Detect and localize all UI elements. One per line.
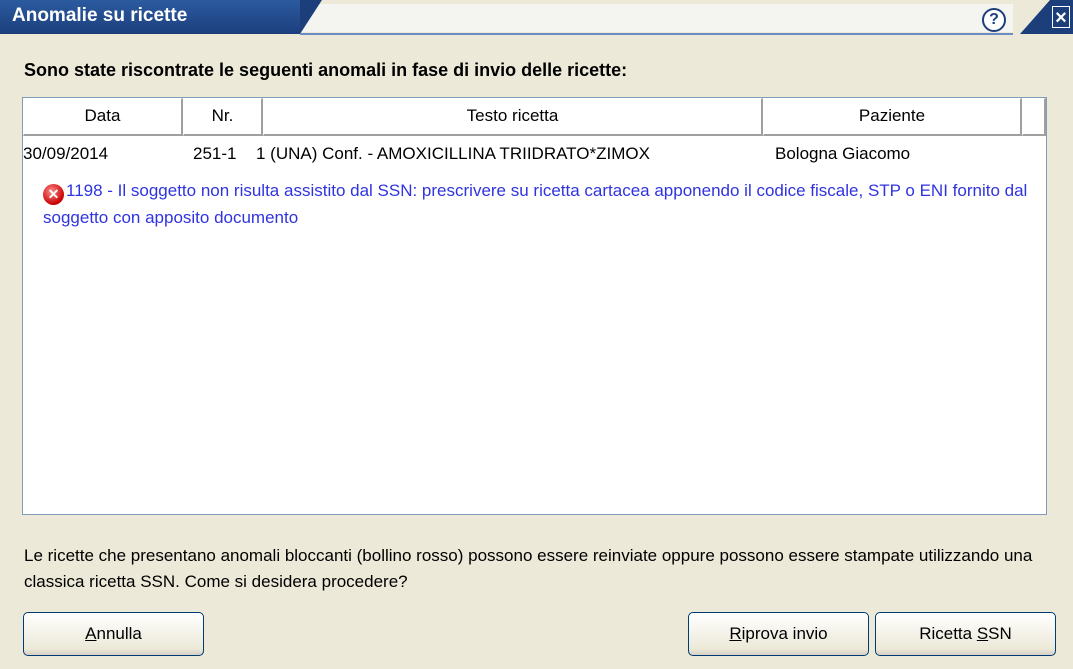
column-header-filler [1022, 98, 1046, 136]
help-icon[interactable]: ? [982, 8, 1006, 32]
anomalies-list[interactable]: Data Nr. Testo ricetta Paziente 30/09/20… [22, 97, 1047, 515]
column-header-nr[interactable]: Nr. [183, 98, 263, 136]
annulla-accelerator: A [85, 624, 97, 643]
footer-prompt: Le ricette che presentano anomali blocca… [24, 546, 1033, 591]
column-header-data[interactable]: Data [23, 98, 183, 136]
window-title: Anomalie su ricette [12, 5, 188, 26]
cell-nr: 251-1 [193, 144, 237, 163]
title-tab: Anomalie su ricette [0, 0, 322, 34]
close-icon[interactable]: × [1052, 6, 1070, 29]
riprova-invio-button[interactable]: Riprova invio [688, 612, 869, 656]
ricetta-accelerator: S [976, 624, 989, 643]
title-underline [300, 33, 1013, 35]
riprova-accelerator: R [729, 624, 742, 643]
dialog-heading: Sono state riscontrate le seguenti anoma… [24, 60, 628, 80]
cell-paziente: Bologna Giacomo [775, 144, 911, 163]
cell-data: 30/09/2014 [23, 144, 109, 163]
title-bar-fill [300, 4, 1013, 32]
riprova-label: iprova invio [741, 624, 828, 643]
ricetta-ssn-button[interactable]: Ricetta SSN [875, 612, 1056, 656]
ricetta-label: SN [988, 624, 1012, 643]
annulla-button[interactable]: Annulla [23, 612, 204, 656]
list-header: Data Nr. Testo ricetta Paziente [23, 98, 1046, 136]
title-bar: Anomalie su ricette ? × [0, 0, 1073, 38]
error-message: ✕ 1198 - Il soggetto non risulta assistit… [43, 178, 1033, 230]
column-header-testo-ricetta[interactable]: Testo ricetta [263, 98, 763, 136]
cell-testo-ricetta: 1 (UNA) Conf. - AMOXICILLINA TRIIDRATO*Z… [256, 144, 650, 163]
error-text: 1198 - Il soggetto non risulta assistito… [43, 181, 1028, 227]
error-icon: ✕ [43, 184, 64, 205]
column-header-paziente[interactable]: Paziente [763, 98, 1022, 136]
table-row[interactable]: 30/09/2014 251-1 1 (UNA) Conf. - AMOXICI… [23, 142, 1046, 170]
ricetta-prefix: Ricetta [919, 624, 977, 643]
annulla-label: nnulla [96, 624, 142, 643]
